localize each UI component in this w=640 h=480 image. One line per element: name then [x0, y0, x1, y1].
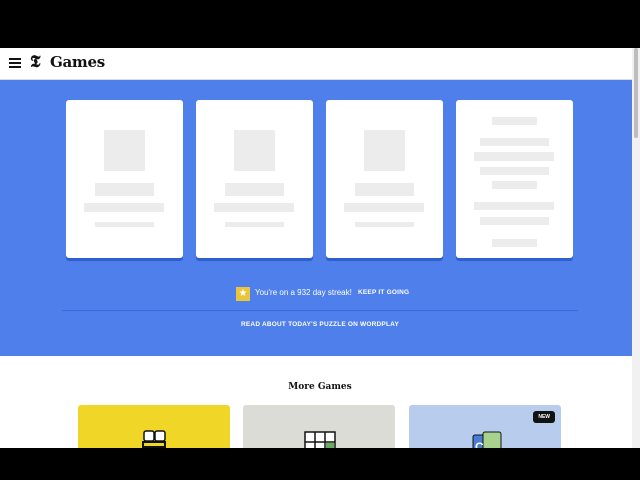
game-card-loading[interactable]: [66, 100, 183, 258]
skeleton-title: [225, 183, 284, 196]
game-card-loading[interactable]: [196, 100, 313, 258]
skeleton-line: [480, 167, 549, 175]
game-card-loading[interactable]: [326, 100, 443, 258]
skeleton-line: [474, 152, 554, 161]
nyt-logo-icon[interactable]: 𝕿: [30, 52, 40, 72]
skeleton-line: [492, 181, 537, 189]
skeleton-line: [480, 217, 549, 225]
game-tile-grid[interactable]: [243, 405, 395, 448]
scrollbar[interactable]: [632, 48, 640, 448]
more-games-title: More Games: [288, 382, 352, 392]
skeleton-line: [492, 117, 537, 125]
game-tile-connections[interactable]: C NEW: [409, 405, 561, 448]
game-tile-bee[interactable]: [78, 405, 230, 448]
page-viewport: 𝕿 Games ★ You're on a 932 day streak! KE…: [0, 48, 640, 448]
wordplay-link[interactable]: READ ABOUT TODAY'S PUZZLE ON WORDPLAY: [0, 321, 640, 328]
menu-icon[interactable]: [9, 58, 21, 68]
skeleton-title: [355, 183, 414, 196]
keep-it-going-link[interactable]: KEEP IT GOING: [358, 289, 409, 296]
skeleton-line: [474, 202, 554, 210]
svg-text:C: C: [475, 440, 484, 448]
skeleton-line: [95, 222, 154, 227]
grid-icon: [304, 431, 336, 448]
skeleton-line: [492, 239, 537, 247]
skeleton-icon: [364, 130, 405, 171]
skeleton-line: [480, 138, 549, 146]
divider: [62, 310, 578, 311]
header-bar: 𝕿 Games: [0, 48, 632, 80]
skeleton-icon: [234, 130, 275, 171]
skeleton-line: [344, 203, 424, 212]
hero-section: ★ You're on a 932 day streak! KEEP IT GO…: [0, 80, 632, 356]
skeleton-line: [214, 203, 294, 212]
star-icon: ★: [236, 287, 250, 301]
skeleton-line: [84, 203, 164, 212]
new-badge: NEW: [533, 411, 555, 423]
bee-icon: [142, 430, 166, 448]
scrollbar-thumb[interactable]: [634, 48, 638, 138]
streak-text: You're on a 932 day streak!: [255, 288, 352, 297]
games-title[interactable]: Games: [50, 53, 105, 71]
skeleton-line: [355, 222, 414, 227]
game-card-loading[interactable]: [456, 100, 573, 258]
skeleton-icon: [104, 130, 145, 171]
skeleton-line: [225, 222, 284, 227]
skeleton-title: [95, 183, 154, 196]
